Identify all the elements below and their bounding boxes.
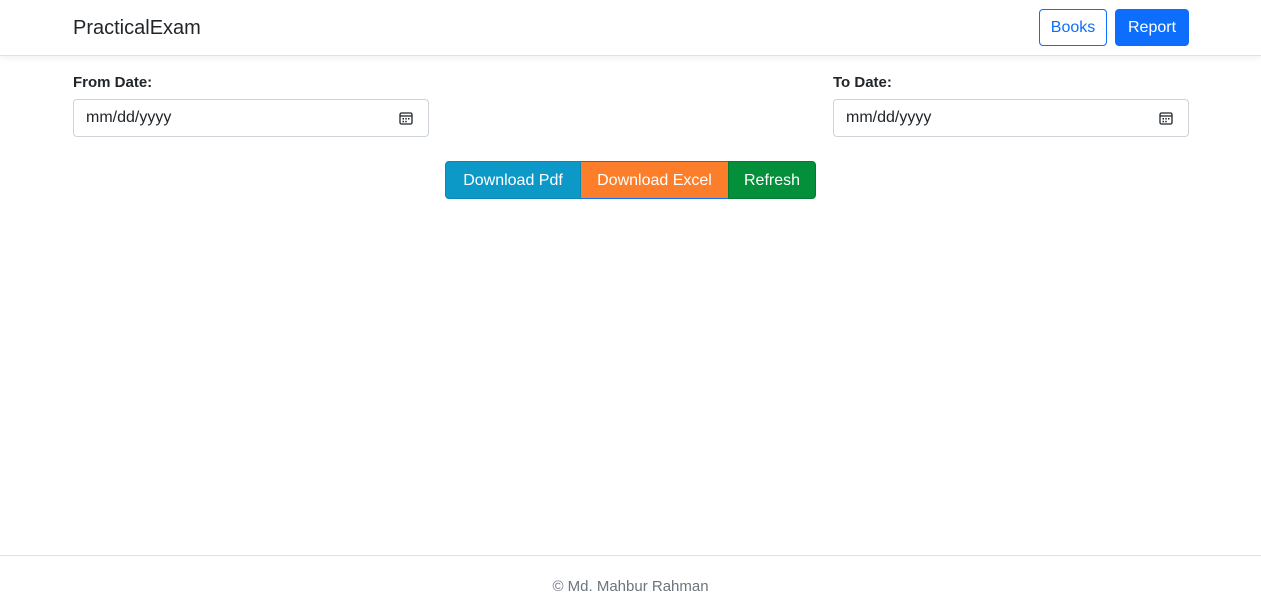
refresh-button[interactable]: Refresh bbox=[728, 161, 816, 199]
to-date-label: To Date: bbox=[833, 74, 892, 91]
brand-link[interactable]: PracticalExam bbox=[73, 16, 201, 40]
from-date-label: From Date: bbox=[73, 74, 153, 91]
navbar: PracticalExam Books Report bbox=[0, 0, 1261, 56]
report-button[interactable]: Report bbox=[1115, 9, 1189, 46]
to-date-input[interactable]: mm/dd/yyyy bbox=[833, 99, 1189, 137]
books-button[interactable]: Books bbox=[1039, 9, 1107, 46]
from-date-placeholder: mm/dd/yyyy bbox=[86, 109, 172, 126]
calendar-icon[interactable] bbox=[399, 111, 413, 125]
to-date-placeholder: mm/dd/yyyy bbox=[846, 109, 932, 126]
download-pdf-button[interactable]: Download Pdf bbox=[445, 161, 581, 199]
export-button-group: Download Pdf Download Excel Refresh bbox=[445, 161, 816, 199]
footer-copyright: © Md. Mahbur Rahman bbox=[552, 578, 709, 595]
calendar-icon[interactable] bbox=[1159, 111, 1173, 125]
from-date-input[interactable]: mm/dd/yyyy bbox=[73, 99, 429, 137]
footer: © Md. Mahbur Rahman bbox=[0, 555, 1261, 616]
download-excel-button[interactable]: Download Excel bbox=[581, 161, 728, 199]
